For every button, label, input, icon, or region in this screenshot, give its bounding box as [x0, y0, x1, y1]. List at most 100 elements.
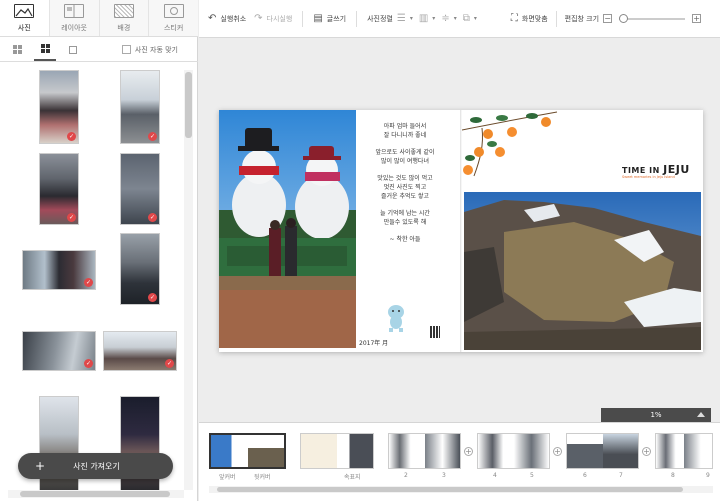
- snowman-photo[interactable]: [219, 110, 356, 348]
- poem-line: 아파 엄마 들어서 잘 다니니까 좋네: [383, 123, 427, 139]
- view-large-button[interactable]: [62, 39, 84, 61]
- scrollbar-thumb[interactable]: [185, 72, 192, 138]
- date-text[interactable]: 2017年 月: [359, 338, 388, 347]
- collapse-up-icon[interactable]: [697, 412, 705, 417]
- page-thumbnail-right: [247, 435, 284, 467]
- page-thumbnail-left: [478, 434, 514, 468]
- page-thumbnail[interactable]: [655, 433, 713, 469]
- small-grid-icon: [12, 45, 22, 54]
- textbox-button[interactable]: ▤ 글쓰기: [313, 13, 346, 24]
- add-page-button[interactable]: +: [464, 447, 473, 456]
- get-photos-button[interactable]: + 사진 가져오기: [18, 453, 173, 479]
- page-strip-scrollbar[interactable]: [209, 486, 713, 493]
- undo-button[interactable]: ↶ 실행취소: [208, 13, 246, 24]
- poem-signature: ~ 착한 아들: [389, 236, 421, 243]
- photo-view-bar: 사진 자동 맞기: [0, 38, 198, 62]
- page-label: 8: [671, 472, 675, 479]
- page-label: 2: [404, 472, 408, 479]
- page-label: 앞커버: [219, 474, 236, 481]
- auto-fit-checkbox[interactable]: [121, 45, 131, 54]
- tab-background[interactable]: 배경: [99, 0, 150, 36]
- page-thumbnail[interactable]: [388, 433, 461, 469]
- book-spread[interactable]: 아파 엄마 들어서 잘 다니니까 좋네 앞으로도 사이좋게 같이 많이 많이 여…: [219, 110, 703, 352]
- add-page-button[interactable]: +: [642, 447, 651, 456]
- chevron-down-icon: ▾: [473, 15, 477, 22]
- used-check-icon: ✓: [67, 132, 76, 141]
- photo-thumbnail[interactable]: ✓: [120, 70, 160, 144]
- scrollbar-thumb[interactable]: [20, 491, 170, 497]
- page-subtitle[interactable]: Sweet memories in Jeju Island: [622, 175, 675, 179]
- fit-screen-label: 화면맞춤: [521, 14, 548, 23]
- used-check-icon: ✓: [148, 213, 157, 222]
- auto-fit-label: 사진 자동 맞기: [134, 45, 178, 54]
- view-medium-grid-button[interactable]: [34, 39, 56, 61]
- page-thumbnail-right: [602, 434, 638, 468]
- redo-icon: ↷: [254, 13, 263, 24]
- photo-thumbnail[interactable]: ✓: [103, 331, 177, 371]
- page-thumbnail[interactable]: [209, 433, 286, 469]
- page-thumbnail[interactable]: [477, 433, 550, 469]
- photo-list-scrollbar[interactable]: [184, 70, 193, 490]
- used-check-icon: ✓: [84, 278, 93, 287]
- photo-thumbnail[interactable]: ✓: [22, 250, 96, 290]
- panel-tabs: 사진 레이아웃 배경 스티커: [0, 0, 198, 37]
- photo-thumbnail[interactable]: ✓: [22, 331, 96, 371]
- page-thumbnail[interactable]: [300, 433, 374, 469]
- page-label: 6: [583, 472, 587, 479]
- add-page-button[interactable]: +: [553, 447, 562, 456]
- photo-thumbnail[interactable]: ✓: [39, 153, 79, 225]
- page-label: 7: [619, 472, 623, 479]
- poem-text-box[interactable]: 아파 엄마 들어서 잘 다니니까 좋네 앞으로도 사이좋게 같이 많이 많이 여…: [357, 122, 453, 252]
- photo-thumbnail[interactable]: ✓: [39, 70, 79, 144]
- edit-zoom-label: 편집창 크기: [564, 14, 600, 23]
- fit-screen-button[interactable]: ⛶ 화면맞춤: [511, 13, 548, 24]
- thumbnail-zoom-indicator[interactable]: 1%: [601, 408, 711, 422]
- scrollbar-thumb[interactable]: [217, 487, 683, 492]
- zoom-slider-knob[interactable]: [619, 13, 629, 23]
- auto-fit-toggle[interactable]: 사진 자동 맞기: [121, 45, 178, 55]
- layer-button[interactable]: ⧉ ▾: [463, 13, 477, 24]
- arrange-button[interactable]: ▥ ▾: [419, 13, 435, 24]
- view-small-grid-button[interactable]: [6, 39, 28, 61]
- page-label: 5: [530, 472, 534, 479]
- photo-thumbnail[interactable]: ✓: [120, 233, 160, 305]
- medium-grid-icon: [40, 44, 50, 53]
- page-thumbnail-left: [301, 434, 337, 468]
- chevron-down-icon: ▾: [432, 15, 436, 22]
- used-check-icon: ✓: [148, 293, 157, 302]
- page-label: 9: [706, 472, 710, 479]
- tab-sticker[interactable]: 스티커: [149, 0, 198, 36]
- tab-background-label: 배경: [117, 24, 131, 32]
- redo-button[interactable]: ↷ 다시실행: [254, 13, 292, 24]
- background-tab-icon: [113, 4, 134, 18]
- tab-photo[interactable]: 사진: [0, 0, 50, 36]
- page-thumbnail-left: [567, 434, 603, 468]
- page-thumbnail[interactable]: [566, 433, 639, 469]
- photo-list-hscrollbar[interactable]: [8, 490, 184, 498]
- mascot-sticker[interactable]: [383, 302, 409, 332]
- zoom-in-button[interactable]: +: [692, 14, 702, 23]
- tab-layout[interactable]: 레이아웃: [49, 0, 100, 36]
- textbox-label: 글쓰기: [326, 14, 347, 23]
- large-view-icon: [69, 45, 77, 54]
- crater-photo[interactable]: [464, 192, 701, 350]
- right-page[interactable]: TIME IN JEJU Sweet memories in Jeju Isla…: [462, 110, 703, 352]
- page-label: 4: [493, 472, 497, 479]
- tab-layout-label: 레이아웃: [61, 24, 87, 32]
- photo-thumbnail[interactable]: ✓: [120, 153, 160, 225]
- undo-icon: ↶: [208, 13, 217, 24]
- photo-align-button[interactable]: 사진정렬 ☰ ▾: [367, 13, 413, 24]
- zoom-slider[interactable]: [619, 13, 686, 23]
- page-strip: 앞커버 뒷커버 속표지 2 3 + 4 5 + 6 7 + 8 9: [199, 422, 720, 501]
- zoom-out-button[interactable]: −: [603, 14, 613, 23]
- sticker-tab-icon: [163, 4, 184, 18]
- page-label: 뒷커버: [254, 474, 271, 481]
- orange-branch-sticker[interactable]: [462, 110, 562, 182]
- plus-icon: +: [35, 459, 46, 473]
- photo-tab-icon: [14, 4, 35, 18]
- poem-line: 맛있는 것도 많이 먹고 멋진 사진도 찍고 즐거운 추억도 쌓고: [377, 175, 433, 200]
- left-page[interactable]: 아파 엄마 들어서 잘 다니니까 좋네 앞으로도 사이좋게 같이 많이 많이 여…: [219, 110, 461, 352]
- get-photos-label: 사진 가져오기: [73, 461, 120, 471]
- toolbar-divider: [356, 10, 358, 27]
- distribute-button[interactable]: ≑ ▾: [441, 13, 456, 24]
